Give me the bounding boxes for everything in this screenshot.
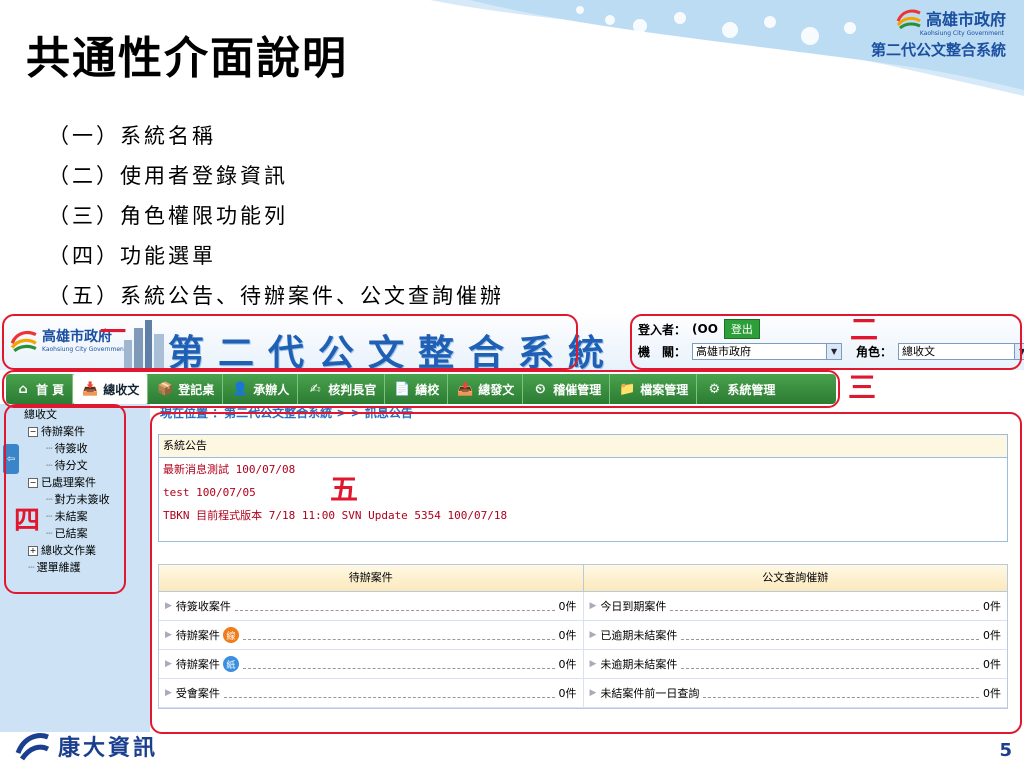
outline-list: （一）系統名稱 （二）使用者登錄資訊 （三）角色權限功能列 （四）功能選單 （五… (48, 116, 504, 316)
page-number: 5 (999, 740, 1012, 761)
annotation-ring-system-name (2, 314, 578, 370)
annotation-number-4: 四 (14, 506, 41, 536)
brand-system-name: 第二代公文整合系統 (870, 41, 1006, 59)
kangda-logo-icon (15, 733, 50, 761)
company-name: 康大資訊 (58, 736, 159, 761)
annotation-ring-content (150, 412, 1022, 734)
outline-item: （二）使用者登錄資訊 (48, 164, 288, 188)
annotation-ring-login-info (630, 314, 1022, 370)
annotation-number-2: 二 (850, 313, 879, 346)
brand-logo: 高雄市政府 Kaohsiung City Government 第二代公文整合系… (871, 6, 1006, 60)
outline-item: （四）功能選單 (48, 244, 216, 268)
kaohsiung-logo-icon (896, 9, 921, 29)
outline-item: （五）系統公告、待辦案件、公文查詢催辦 (48, 284, 504, 308)
annotation-number-1: 一 (100, 318, 127, 348)
brand-subtitle: Kaohsiung City Government (919, 30, 1004, 37)
annotation-number-3: 三 (848, 371, 877, 404)
company-logo: 康大資訊 (14, 730, 158, 762)
slide-title: 共通性介面說明 (26, 33, 348, 84)
brand-name: 高雄市政府 (925, 10, 1006, 29)
outline-item: （三）角色權限功能列 (48, 204, 288, 228)
annotation-ring-sidebar (4, 404, 126, 594)
annotation-number-5: 五 (330, 473, 359, 506)
outline-item: （一）系統名稱 (48, 124, 216, 148)
annotation-ring-menu-bar (2, 370, 840, 408)
